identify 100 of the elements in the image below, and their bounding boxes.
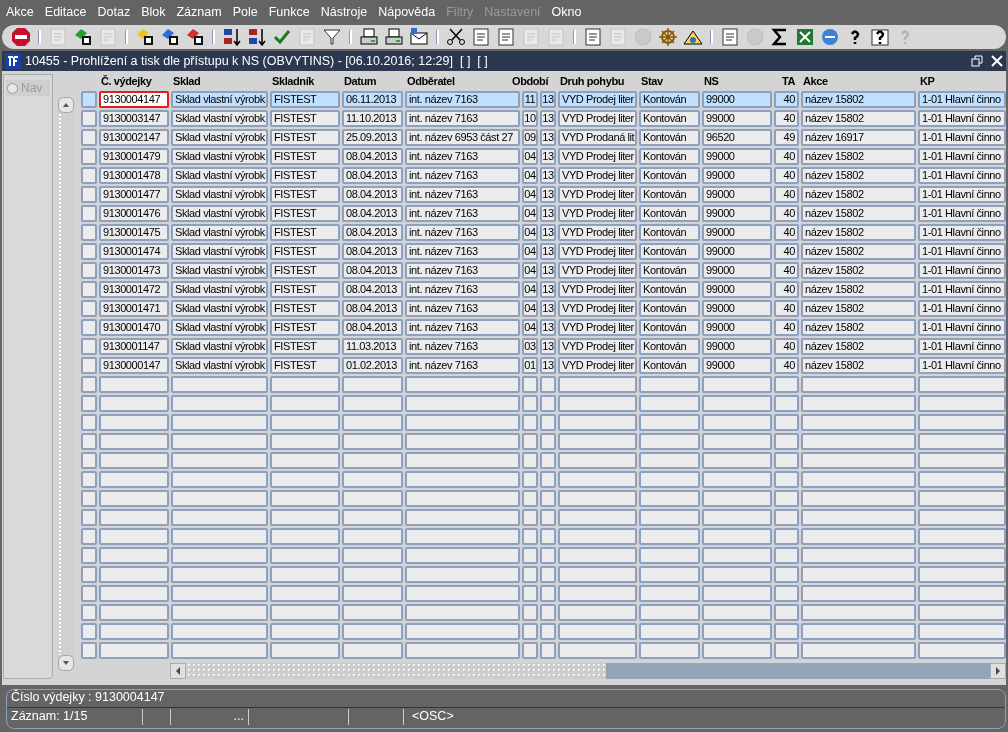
empty-cell[interactable] [540, 642, 556, 659]
empty-cell[interactable] [558, 414, 637, 431]
table-cell[interactable]: 40 [774, 110, 799, 127]
empty-cell[interactable] [270, 528, 340, 545]
row-selector[interactable] [81, 148, 97, 165]
table-cell[interactable]: 40 [774, 319, 799, 336]
row-selector[interactable] [81, 623, 97, 640]
empty-cell[interactable] [171, 509, 268, 526]
empty-cell[interactable] [918, 509, 1006, 526]
table-cell[interactable]: Kontován [639, 148, 700, 165]
scroll-right-icon[interactable] [990, 663, 1006, 679]
empty-cell[interactable] [558, 566, 637, 583]
empty-cell[interactable] [801, 604, 916, 621]
table-cell[interactable]: 08.04.2013 [342, 243, 403, 260]
table-cell[interactable]: Kontován [639, 167, 700, 184]
table-cell[interactable]: Kontován [639, 224, 700, 241]
table-cell[interactable]: 49 [774, 129, 799, 146]
table-cell[interactable]: VYD Prodej liter [558, 281, 637, 298]
empty-cell[interactable] [171, 452, 268, 469]
empty-cell[interactable] [702, 509, 772, 526]
table-cell[interactable]: 9130003147 [99, 110, 169, 127]
empty-cell[interactable] [558, 604, 637, 621]
empty-cell[interactable] [639, 547, 700, 564]
empty-cell[interactable] [639, 376, 700, 393]
empty-cell[interactable] [540, 585, 556, 602]
table-cell[interactable]: 9130001477 [99, 186, 169, 203]
empty-cell[interactable] [801, 623, 916, 640]
table-cell[interactable]: FISTEST [270, 338, 340, 355]
sort-ascending-icon[interactable] [222, 27, 242, 47]
table-cell[interactable]: int. název 7163 [405, 262, 520, 279]
empty-cell[interactable] [342, 623, 403, 640]
table-cell[interactable]: 40 [774, 167, 799, 184]
table-cell[interactable]: int. název 7163 [405, 110, 520, 127]
table-cell[interactable]: Kontován [639, 338, 700, 355]
empty-cell[interactable] [99, 623, 169, 640]
row-selector[interactable] [81, 357, 97, 374]
table-cell[interactable]: VYD Prodej liter [558, 167, 637, 184]
empty-cell[interactable] [702, 585, 772, 602]
empty-cell[interactable] [405, 433, 520, 450]
empty-cell[interactable] [99, 547, 169, 564]
row-selector[interactable] [81, 262, 97, 279]
table-cell[interactable]: 1-01 Hlavní činno [918, 262, 1006, 279]
table-cell[interactable]: int. název 7163 [405, 357, 520, 374]
table-cell[interactable]: 9130001475 [99, 224, 169, 241]
table-cell[interactable]: Sklad vlastní výrobk [171, 148, 268, 165]
table-cell[interactable]: název 15802 [801, 243, 916, 260]
table-cell[interactable]: int. název 7163 [405, 148, 520, 165]
empty-cell[interactable] [405, 566, 520, 583]
empty-cell[interactable] [405, 490, 520, 507]
empty-cell[interactable] [171, 547, 268, 564]
table-cell[interactable]: 04 [522, 262, 538, 279]
row-selector[interactable] [81, 376, 97, 393]
table-cell[interactable]: VYD Prodej liter [558, 357, 637, 374]
empty-cell[interactable] [540, 604, 556, 621]
empty-cell[interactable] [405, 623, 520, 640]
empty-cell[interactable] [171, 528, 268, 545]
row-selector[interactable] [81, 547, 97, 564]
table-cell[interactable]: 04 [522, 186, 538, 203]
table-cell[interactable]: 08.04.2013 [342, 281, 403, 298]
table-cell[interactable]: int. název 7163 [405, 243, 520, 260]
empty-cell[interactable] [522, 471, 538, 488]
empty-cell[interactable] [918, 604, 1006, 621]
horizontal-scrollbar[interactable] [170, 663, 1006, 679]
empty-cell[interactable] [702, 623, 772, 640]
empty-cell[interactable] [342, 509, 403, 526]
menu-item[interactable]: Akce [6, 5, 34, 19]
table-cell[interactable]: název 15802 [801, 167, 916, 184]
empty-cell[interactable] [918, 433, 1006, 450]
table-cell[interactable]: 13 [540, 186, 556, 203]
empty-cell[interactable] [702, 433, 772, 450]
table-cell[interactable]: 08.04.2013 [342, 167, 403, 184]
empty-cell[interactable] [270, 395, 340, 412]
table-cell[interactable]: Sklad vlastní výrobk [171, 319, 268, 336]
empty-cell[interactable] [801, 490, 916, 507]
empty-cell[interactable] [702, 642, 772, 659]
table-cell[interactable]: název 15802 [801, 300, 916, 317]
table-cell[interactable]: Kontován [639, 110, 700, 127]
table-cell[interactable]: 40 [774, 224, 799, 241]
table-cell[interactable]: 1-01 Hlavní činno [918, 148, 1006, 165]
table-cell[interactable]: int. název 7163 [405, 205, 520, 222]
empty-cell[interactable] [774, 433, 799, 450]
empty-cell[interactable] [405, 509, 520, 526]
empty-cell[interactable] [171, 395, 268, 412]
table-cell[interactable]: Kontován [639, 91, 700, 108]
table-cell[interactable]: FISTEST [270, 91, 340, 108]
empty-cell[interactable] [171, 566, 268, 583]
table-cell[interactable]: Sklad vlastní výrobk [171, 338, 268, 355]
empty-cell[interactable] [270, 433, 340, 450]
table-cell[interactable]: VYD Prodej liter [558, 262, 637, 279]
row-selector[interactable] [81, 205, 97, 222]
table-cell[interactable]: 13 [540, 148, 556, 165]
empty-cell[interactable] [801, 642, 916, 659]
empty-cell[interactable] [270, 604, 340, 621]
table-cell[interactable]: Kontován [639, 319, 700, 336]
empty-cell[interactable] [99, 452, 169, 469]
empty-cell[interactable] [405, 585, 520, 602]
empty-cell[interactable] [99, 490, 169, 507]
table-cell[interactable]: VYD Prodej liter [558, 319, 637, 336]
empty-cell[interactable] [918, 528, 1006, 545]
empty-cell[interactable] [540, 623, 556, 640]
